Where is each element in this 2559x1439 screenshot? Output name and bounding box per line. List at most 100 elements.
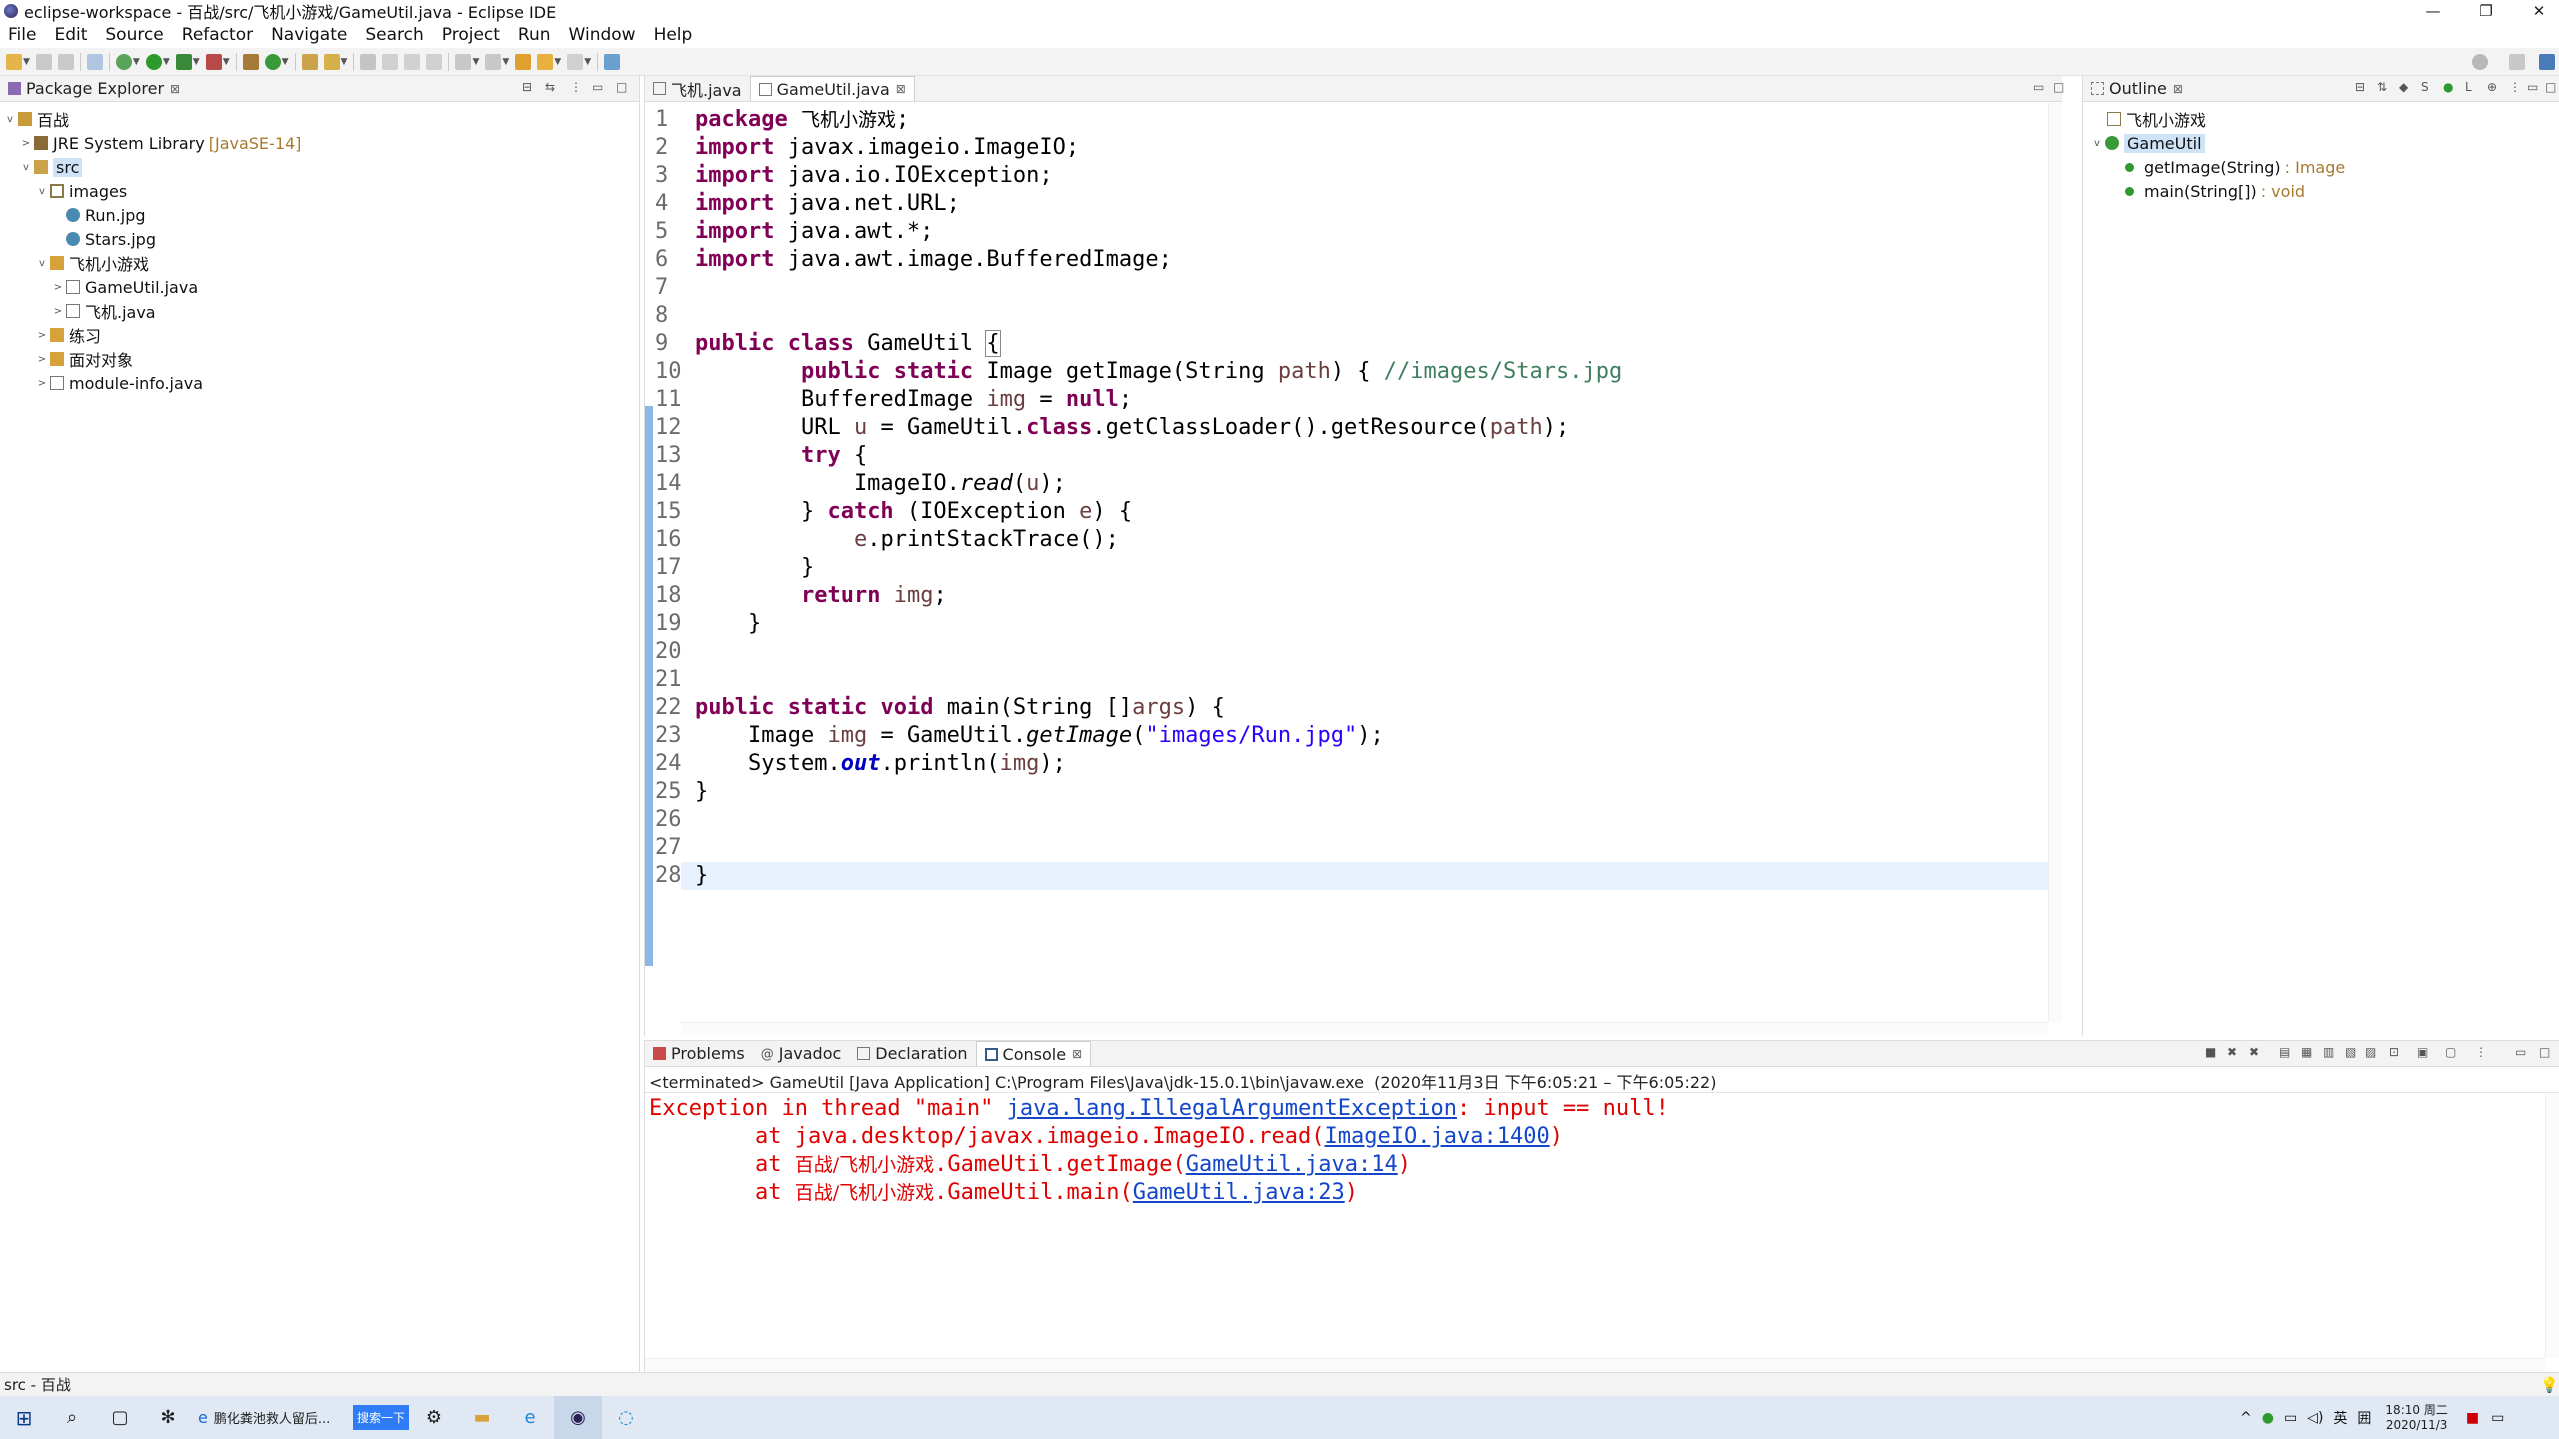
scroll-lock-icon[interactable]: ▦ [2301, 1045, 2312, 1059]
twisty-closed-icon[interactable]: > [36, 330, 48, 341]
previous-annotation-icon[interactable] [485, 53, 502, 70]
next-annotation-icon[interactable] [455, 53, 472, 70]
tree-item-stars-jpg[interactable]: Stars.jpg [66, 227, 156, 251]
console-vertical-scrollbar[interactable] [2545, 1093, 2559, 1358]
twisty-closed-icon[interactable]: > [36, 378, 48, 389]
stacktrace-link[interactable]: ImageIO.java:1400 [1325, 1124, 1550, 1149]
search-toolbar-icon[interactable] [323, 53, 340, 70]
maximize-view-icon[interactable]: □ [616, 80, 627, 94]
hide-static-icon[interactable]: S [2421, 80, 2429, 94]
terminal-icon[interactable] [86, 53, 103, 70]
close-tab-icon[interactable]: ⊠ [170, 82, 180, 96]
menu-project[interactable]: Project [442, 25, 500, 45]
view-menu-icon[interactable]: ⋮ [2509, 80, 2521, 94]
dropdown-arrow-icon[interactable]: ▼ [133, 57, 140, 67]
dropdown-arrow-icon[interactable]: ▼ [554, 57, 561, 67]
save-icon[interactable] [35, 53, 52, 70]
toggle-mark-occurrences-icon[interactable] [360, 53, 377, 70]
last-edit-location-icon[interactable] [515, 53, 532, 70]
close-tab-icon[interactable]: ⊠ [1072, 1047, 1082, 1061]
minimize-view-icon[interactable]: ▭ [592, 80, 603, 94]
save-all-icon[interactable] [57, 53, 74, 70]
start-icon[interactable]: ⊞ [0, 1396, 48, 1439]
twisty-open-icon[interactable]: v [2091, 138, 2103, 149]
menu-help[interactable]: Help [654, 25, 693, 45]
tree-item-feiji-java[interactable]: > 飞机.java [52, 299, 156, 323]
tree-item-lianxi[interactable]: > 练习 [36, 323, 101, 347]
tree-item-images[interactable]: v images [36, 179, 127, 203]
menu-file[interactable]: File [8, 25, 36, 45]
link-with-editor-icon[interactable]: ⇆ [545, 80, 555, 94]
twisty-closed-icon[interactable]: > [52, 306, 64, 317]
clear-console-icon[interactable]: ▤ [2279, 1045, 2290, 1059]
maximize-view-icon[interactable]: □ [2545, 80, 2556, 94]
remove-launch-icon[interactable]: ✖ [2227, 1045, 2237, 1059]
close-tab-icon[interactable]: ⊠ [2173, 82, 2183, 96]
close-button[interactable]: ✕ [2519, 0, 2559, 22]
menu-search[interactable]: Search [365, 25, 423, 45]
ime-indicator[interactable]: 英 [2333, 1408, 2347, 1428]
minimize-button[interactable]: — [2413, 0, 2453, 22]
hide-nonpublic-icon[interactable]: ● [2443, 80, 2453, 94]
show-hidden-icons-icon[interactable]: ^ [2240, 1410, 2252, 1426]
show-on-stdout-icon[interactable]: ▧ [2345, 1045, 2356, 1059]
menu-navigate[interactable]: Navigate [271, 25, 347, 45]
twisty-open-icon[interactable]: v [4, 114, 16, 125]
menu-run[interactable]: Run [518, 25, 551, 45]
tab-package-explorer[interactable]: Package Explorer ⊠ [0, 76, 189, 101]
minimize-view-icon[interactable]: ▭ [2515, 1045, 2526, 1059]
terminate-icon[interactable]: ■ [2205, 1045, 2216, 1059]
dropdown-arrow-icon[interactable]: ▼ [282, 57, 289, 67]
java-perspective-icon[interactable] [2539, 53, 2555, 70]
coverage-icon[interactable] [175, 53, 192, 70]
open-console-icon[interactable]: ▢ [2445, 1045, 2456, 1059]
tab-feiji-java[interactable]: 飞机.java [645, 76, 750, 101]
twisty-closed-icon[interactable]: > [52, 282, 64, 293]
stacktrace-link[interactable]: GameUtil.java:23 [1133, 1180, 1345, 1205]
outline-item-class[interactable]: v GameUtil [2091, 131, 2205, 155]
view-menu-icon[interactable]: ⋮ [570, 80, 582, 94]
hide-fields-icon[interactable]: ◆ [2399, 80, 2408, 94]
tree-item-gameutil-java[interactable]: > GameUtil.java [52, 275, 198, 299]
eclipse-taskbar-icon[interactable]: ◉ [554, 1396, 602, 1439]
tree-item-module-info[interactable]: > module-info.java [36, 371, 203, 395]
menu-refactor[interactable]: Refactor [182, 25, 253, 45]
run-icon[interactable] [145, 53, 162, 70]
dropdown-arrow-icon[interactable]: ▼ [193, 57, 200, 67]
edge-icon[interactable]: e [506, 1396, 554, 1439]
show-whitespace-icon[interactable] [426, 53, 443, 70]
dropdown-arrow-icon[interactable]: ▼ [23, 57, 30, 67]
volume-icon[interactable]: ◁) [2307, 1410, 2323, 1426]
editor-vertical-scrollbar[interactable] [2048, 103, 2062, 1022]
minimize-view-icon[interactable]: ▭ [2033, 80, 2044, 94]
twisty-open-icon[interactable]: v [20, 162, 32, 173]
search-icon[interactable]: ⌕ [48, 1396, 96, 1439]
ime-mode-icon[interactable]: 囲 [2357, 1408, 2371, 1428]
tree-item-oop[interactable]: > 面对对象 [36, 347, 133, 371]
close-tab-icon[interactable]: ⊠ [896, 82, 906, 96]
restore-button[interactable]: ❐ [2466, 0, 2506, 22]
show-on-stderr-icon[interactable]: ▨ [2365, 1045, 2376, 1059]
settings-icon[interactable]: ⚙ [410, 1396, 458, 1439]
open-type-icon[interactable] [301, 53, 318, 70]
display-selected-console-icon[interactable]: ▣ [2417, 1045, 2428, 1059]
twisty-closed-icon[interactable]: > [20, 138, 32, 149]
tab-declaration[interactable]: Declaration [849, 1041, 975, 1066]
pin-console-icon[interactable]: ⊡ [2389, 1045, 2399, 1059]
new-java-package-icon[interactable] [242, 53, 259, 70]
twisty-open-icon[interactable]: v [36, 186, 48, 197]
toggle-breadcrumb-icon[interactable] [382, 53, 399, 70]
new-icon[interactable] [6, 53, 22, 70]
task-view-icon[interactable]: ▢ [96, 1396, 144, 1439]
view-menu-icon[interactable]: ⋮ [2475, 1045, 2487, 1059]
menu-window[interactable]: Window [569, 25, 636, 45]
tree-item-project[interactable]: v 百战 [4, 107, 69, 131]
security-icon[interactable]: ■ [2466, 1410, 2479, 1426]
editor-horizontal-scrollbar[interactable] [681, 1022, 2048, 1036]
dropdown-arrow-icon[interactable]: ▼ [584, 57, 591, 67]
tree-item-run-jpg[interactable]: Run.jpg [66, 203, 146, 227]
dropdown-arrow-icon[interactable]: ▼ [163, 57, 170, 67]
console-horizontal-scrollbar[interactable] [645, 1358, 2545, 1372]
app-launcher-icon[interactable]: ✻ [144, 1396, 192, 1439]
taskbar-browser-window[interactable]: e 鹏化粪池救人留后... [192, 1396, 352, 1439]
